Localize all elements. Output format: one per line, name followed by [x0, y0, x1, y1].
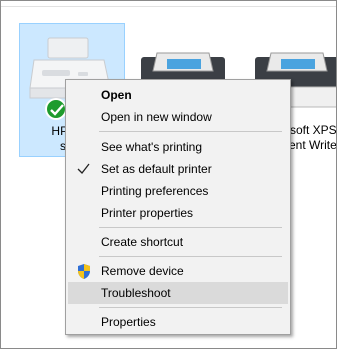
menu-item-label: See what's printing [101, 140, 203, 154]
devices-and-printers-window: HP Des se soft XPS ent Write Open Open i… [0, 0, 337, 349]
menu-item-label: Open in new window [101, 110, 212, 124]
toolbar-edge [1, 1, 336, 7]
menu-item-see-whats-printing[interactable]: See what's printing [68, 136, 288, 158]
menu-item-label: Remove device [101, 264, 184, 278]
checkmark-icon [76, 158, 94, 180]
uac-shield-icon [76, 260, 94, 282]
device-xps-name-line2: ent Write [289, 138, 337, 152]
menu-item-label: Properties [101, 315, 156, 329]
menu-item-create-shortcut[interactable]: Create shortcut [68, 231, 288, 253]
menu-item-label: Printing preferences [101, 184, 209, 198]
menu-item-label: Troubleshoot [101, 286, 171, 300]
menu-item-printer-properties[interactable]: Printer properties [68, 202, 288, 224]
menu-item-open-new-window[interactable]: Open in new window [68, 106, 288, 128]
menu-item-label: Printer properties [101, 206, 194, 220]
menu-item-label: Set as default printer [101, 162, 212, 176]
context-menu: Open Open in new window See what's print… [65, 79, 291, 335]
default-printer-check-icon [45, 98, 67, 120]
menu-separator [99, 307, 282, 308]
menu-item-properties[interactable]: Properties [68, 311, 288, 333]
menu-item-printing-preferences[interactable]: Printing preferences [68, 180, 288, 202]
menu-item-label: Create shortcut [101, 235, 184, 249]
menu-item-troubleshoot[interactable]: Troubleshoot [68, 282, 288, 304]
menu-separator [99, 131, 282, 132]
device-xps-name-line1: soft XPS [290, 123, 337, 137]
menu-item-set-default[interactable]: Set as default printer [68, 158, 288, 180]
menu-separator [99, 256, 282, 257]
menu-item-open[interactable]: Open [68, 84, 288, 106]
menu-separator [99, 227, 282, 228]
menu-item-label: Open [101, 88, 132, 102]
menu-item-remove-device[interactable]: Remove device [68, 260, 288, 282]
